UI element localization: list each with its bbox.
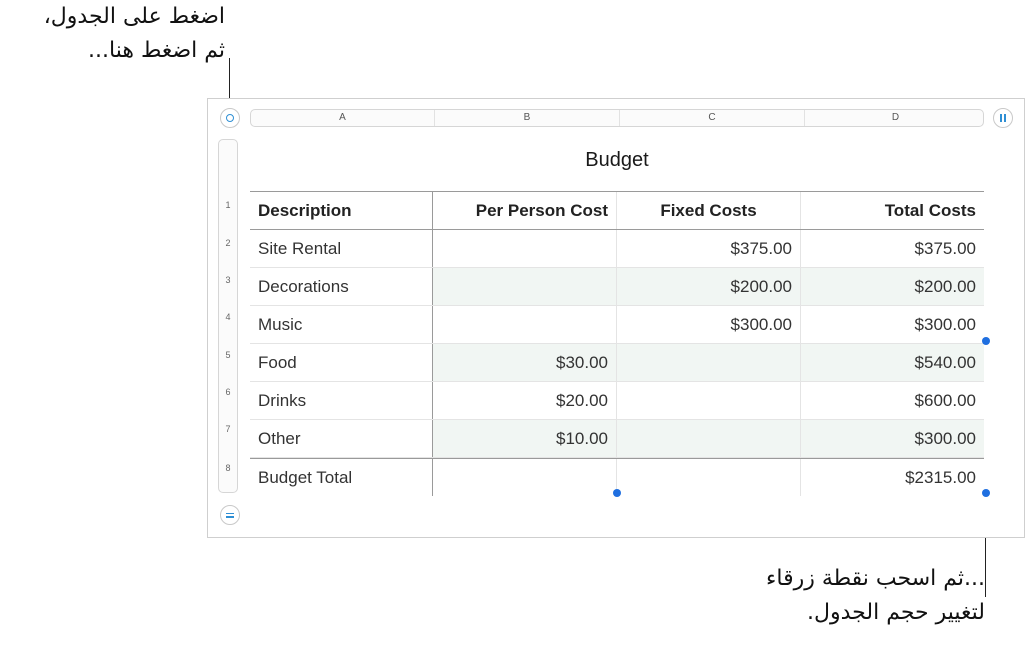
row-header-5[interactable]: 5 <box>219 350 237 360</box>
table-cell[interactable]: $200.00 <box>801 268 984 305</box>
table-cell[interactable]: $300.00 <box>801 420 984 457</box>
column-header-d[interactable]: D <box>805 110 986 126</box>
header-cell[interactable]: Fixed Costs <box>617 192 801 229</box>
table-canvas: A B C D 1 2 3 4 5 6 7 8 Budget Descripti… <box>207 98 1025 538</box>
table-header-row[interactable]: Description Per Person Cost Fixed Costs … <box>250 192 984 230</box>
table-cell[interactable]: $30.00 <box>433 344 617 381</box>
table-cell[interactable]: Site Rental <box>250 230 433 267</box>
table-cell[interactable]: Decorations <box>250 268 433 305</box>
table-row[interactable]: Drinks $20.00 $600.00 <box>250 382 984 420</box>
resize-handle-corner[interactable] <box>982 489 990 497</box>
table-cell[interactable] <box>617 382 801 419</box>
footer-cell[interactable]: Budget Total <box>250 459 433 496</box>
callout-bottom-line2: لتغيير حجم الجدول. <box>807 600 985 625</box>
column-header-b[interactable]: B <box>435 110 620 126</box>
column-header-c[interactable]: C <box>620 110 805 126</box>
table-cell[interactable]: $375.00 <box>617 230 801 267</box>
table-cell[interactable] <box>617 420 801 457</box>
table-cell[interactable]: Food <box>250 344 433 381</box>
table-cell[interactable] <box>617 344 801 381</box>
row-header-3[interactable]: 3 <box>219 275 237 285</box>
instruction-callout-bottom: ...ثم اسحب نقطة زرقاء لتغيير حجم الجدول. <box>685 562 985 630</box>
select-table-button[interactable] <box>220 108 240 128</box>
header-cell[interactable]: Per Person Cost <box>433 192 617 229</box>
table-cell[interactable]: $10.00 <box>433 420 617 457</box>
column-ruler[interactable]: A B C D <box>250 109 984 127</box>
row-header-7[interactable]: 7 <box>219 424 237 434</box>
equals-icon <box>226 512 234 518</box>
table-row[interactable]: Other $10.00 $300.00 <box>250 420 984 458</box>
resize-handle-right[interactable] <box>982 337 990 345</box>
table-cell[interactable] <box>433 306 617 343</box>
resize-handle-bottom[interactable] <box>613 489 621 497</box>
table-cell[interactable]: $300.00 <box>617 306 801 343</box>
table-row[interactable]: Site Rental $375.00 $375.00 <box>250 230 984 268</box>
pause-bars-icon <box>1000 114 1006 122</box>
table-cell[interactable]: Drinks <box>250 382 433 419</box>
row-ruler[interactable]: 1 2 3 4 5 6 7 8 <box>218 139 238 493</box>
freeze-columns-button[interactable] <box>993 108 1013 128</box>
table-cell[interactable]: $375.00 <box>801 230 984 267</box>
table-cell[interactable] <box>433 230 617 267</box>
table-cell[interactable]: $600.00 <box>801 382 984 419</box>
add-rows-button[interactable] <box>220 505 240 525</box>
table-cell[interactable]: $300.00 <box>801 306 984 343</box>
row-header-4[interactable]: 4 <box>219 312 237 322</box>
row-header-2[interactable]: 2 <box>219 238 237 248</box>
row-header-1[interactable]: 1 <box>219 200 237 210</box>
column-header-a[interactable]: A <box>251 110 435 126</box>
header-cell[interactable]: Description <box>250 192 433 229</box>
header-cell[interactable]: Total Costs <box>801 192 984 229</box>
instruction-callout-top: اضغط على الجدول، ثم اضغط هنا... <box>0 0 225 68</box>
table-cell[interactable]: Other <box>250 420 433 457</box>
table-row[interactable]: Music $300.00 $300.00 <box>250 306 984 344</box>
footer-cell[interactable] <box>617 459 801 496</box>
table-row[interactable]: Food $30.00 $540.00 <box>250 344 984 382</box>
footer-cell[interactable] <box>433 459 617 496</box>
table-title[interactable]: Budget <box>250 149 984 172</box>
table-cell[interactable]: $540.00 <box>801 344 984 381</box>
circle-icon <box>226 114 234 122</box>
budget-table[interactable]: Description Per Person Cost Fixed Costs … <box>250 191 984 496</box>
callout-top-line2: ثم اضغط هنا... <box>88 38 225 63</box>
row-header-6[interactable]: 6 <box>219 387 237 397</box>
table-cell[interactable]: $20.00 <box>433 382 617 419</box>
row-header-8[interactable]: 8 <box>219 463 237 473</box>
callout-top-line1: اضغط على الجدول، <box>43 4 225 29</box>
callout-bottom-line1: ...ثم اسحب نقطة زرقاء <box>766 566 985 591</box>
table-cell[interactable] <box>433 268 617 305</box>
table-cell[interactable]: $200.00 <box>617 268 801 305</box>
footer-cell[interactable]: $2315.00 <box>801 459 984 496</box>
table-row[interactable]: Decorations $200.00 $200.00 <box>250 268 984 306</box>
table-cell[interactable]: Music <box>250 306 433 343</box>
